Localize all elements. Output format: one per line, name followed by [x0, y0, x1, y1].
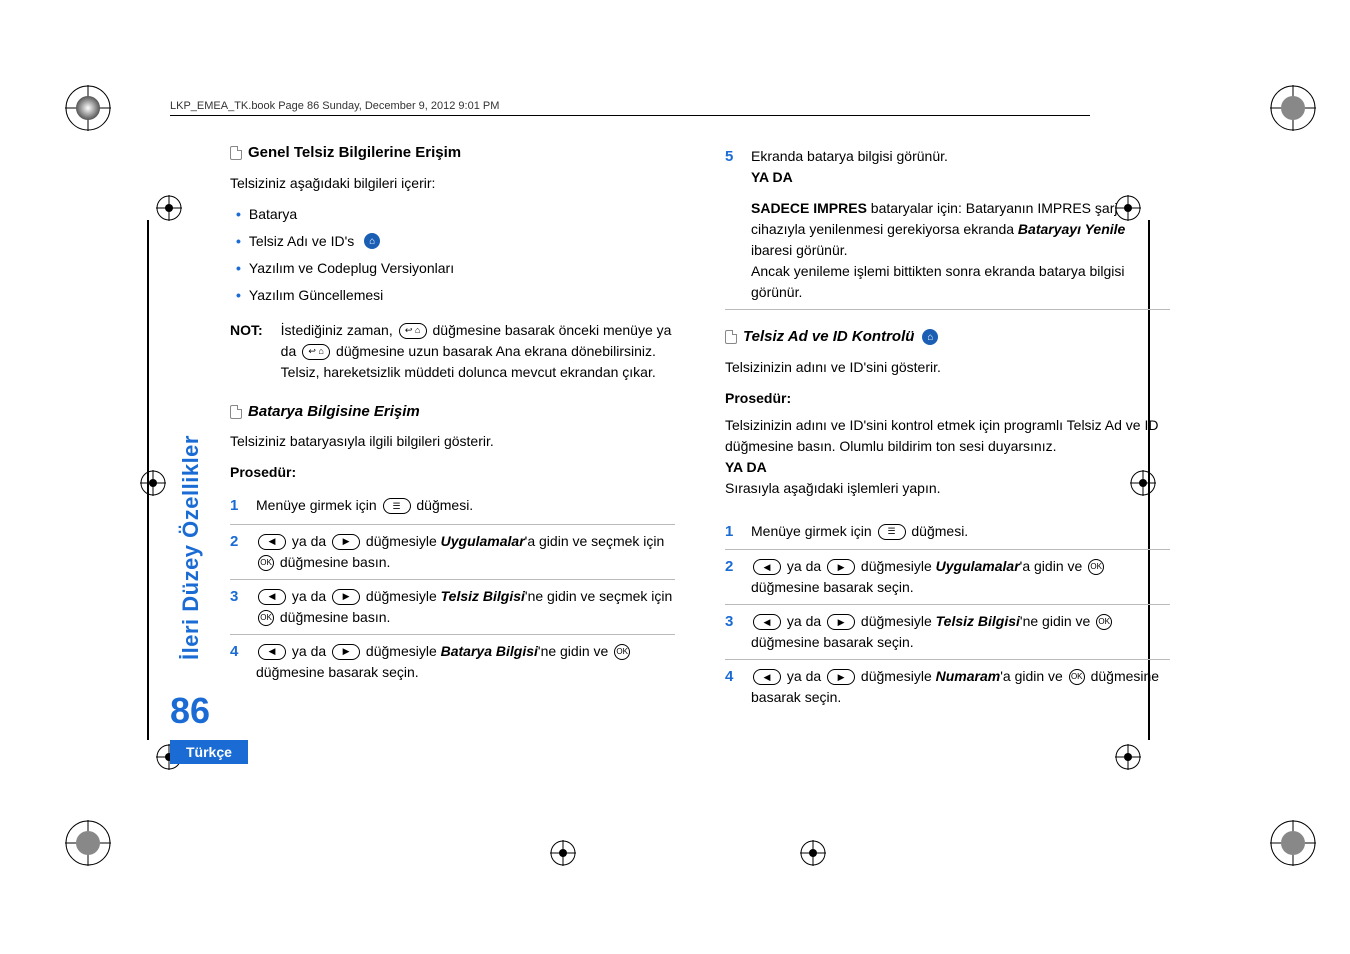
- right-column: 5 Ekranda batarya bilgisi görünür. YA DA…: [725, 142, 1170, 714]
- list-item: •Yazılım ve Codeplug Versiyonları: [230, 258, 675, 279]
- step-number: 2: [725, 556, 739, 579]
- note-label: NOT:: [230, 320, 263, 383]
- right-button-icon: ▶: [827, 614, 855, 630]
- bullet-icon: •: [236, 204, 241, 225]
- right-button-icon: ▶: [827, 559, 855, 575]
- list-item: •Batarya: [230, 204, 675, 225]
- step: 2 ◀ ya da ▶ düğmesiyle Uygulamalar'a gid…: [725, 550, 1170, 605]
- ok-button-icon: OK: [614, 644, 630, 660]
- ok-button-icon: OK: [258, 555, 274, 571]
- right-button-icon: ▶: [827, 669, 855, 685]
- step: 2 ◀ ya da ▶ düğmesiyle Uygulamalar'a gid…: [230, 525, 675, 580]
- step-number: 1: [725, 521, 739, 544]
- left-button-icon: ◀: [258, 589, 286, 605]
- sidebar-title: İleri Düzey Özellikler: [178, 435, 204, 660]
- heading-general-info: Genel Telsiz Bilgilerine Erişim: [230, 142, 675, 165]
- trim-bar: [147, 220, 149, 740]
- step-body: ◀ ya da ▶ düğmesiyle Telsiz Bilgisi'ne g…: [256, 586, 675, 628]
- corner-mark-tr: [1270, 85, 1316, 131]
- step: 1 Menüye girmek için ☰ düğmesi.: [725, 515, 1170, 551]
- procedure-steps-cont: 5 Ekranda batarya bilgisi görünür. YA DA…: [725, 140, 1170, 309]
- menu-button-icon: ☰: [383, 498, 411, 514]
- left-button-icon: ◀: [753, 559, 781, 575]
- step: 4 ◀ ya da ▶ düğmesiyle Batarya Bilgisi'n…: [230, 635, 675, 689]
- left-button-icon: ◀: [258, 534, 286, 550]
- procedure-steps: 1 Menüye girmek için ☰ düğmesi. 2 ◀ ya d…: [725, 515, 1170, 715]
- step-number: 3: [230, 586, 244, 609]
- corner-mark-bl: [65, 820, 111, 866]
- step-number: 3: [725, 611, 739, 634]
- step-body: ◀ ya da ▶ düğmesiyle Uygulamalar'a gidin…: [751, 556, 1170, 598]
- step-body: ◀ ya da ▶ düğmesiyle Uygulamalar'a gidin…: [256, 531, 675, 573]
- page-icon: [230, 405, 242, 419]
- bullet-list: •Batarya •Telsiz Adı ve ID's ⌂ •Yazılım …: [230, 204, 675, 306]
- left-button-icon: ◀: [258, 644, 286, 660]
- step: 3 ◀ ya da ▶ düğmesiyle Telsiz Bilgisi'ne…: [725, 605, 1170, 660]
- step: 1 Menüye girmek için ☰ düğmesi.: [230, 489, 675, 525]
- home-button-icon: ↩ ⌂: [399, 323, 427, 339]
- ok-button-icon: OK: [1069, 669, 1085, 685]
- right-button-icon: ▶: [332, 534, 360, 550]
- list-item: •Yazılım Güncellemesi: [230, 285, 675, 306]
- page-number: 86: [170, 690, 210, 732]
- ok-button-icon: OK: [258, 610, 274, 626]
- right-button-icon: ▶: [332, 589, 360, 605]
- note-body: İstediğiniz zaman, ↩ ⌂ düğmesine basarak…: [281, 320, 675, 383]
- intro-text: Telsizinizin adını ve ID'sini gösterir.: [725, 357, 1170, 378]
- step-number: 5: [725, 146, 739, 169]
- bullet-icon: •: [236, 231, 241, 252]
- procedure-steps: 1 Menüye girmek için ☰ düğmesi. 2 ◀ ya d…: [230, 489, 675, 689]
- sidebar: İleri Düzey Özellikler: [160, 400, 190, 680]
- step-body: Menüye girmek için ☰ düğmesi.: [256, 495, 675, 516]
- heading-battery-info: Batarya Bilgisine Erişim: [230, 401, 675, 424]
- page-icon: [725, 330, 737, 344]
- page-content: LKP_EMEA_TK.book Page 86 Sunday, Decembe…: [170, 100, 1170, 800]
- step-number: 4: [725, 666, 739, 689]
- heading-text: Telsiz Ad ve ID Kontrolü: [743, 326, 914, 349]
- reg-mark: [800, 840, 826, 866]
- step: 5 Ekranda batarya bilgisi görünür. YA DA…: [725, 140, 1170, 309]
- heading-radio-id: Telsiz Ad ve ID Kontrolü ⌂: [725, 326, 1170, 349]
- list-item: •Telsiz Adı ve ID's ⌂: [230, 231, 675, 252]
- note-block: NOT: İstediğiniz zaman, ↩ ⌂ düğmesine ba…: [230, 320, 675, 383]
- step-body: ◀ ya da ▶ düğmesiyle Batarya Bilgisi'ne …: [256, 641, 675, 683]
- heading-text: Genel Telsiz Bilgilerine Erişim: [248, 142, 461, 165]
- procedure-label: Prosedür:: [725, 388, 1170, 409]
- procedure-label: Prosedür:: [230, 462, 675, 483]
- left-button-icon: ◀: [753, 669, 781, 685]
- home-button-icon: ↩ ⌂: [302, 344, 330, 360]
- step-number: 4: [230, 641, 244, 664]
- or-label: YA DA: [751, 167, 1170, 188]
- radio-id-icon: ⌂: [922, 329, 938, 345]
- step-body: ◀ ya da ▶ düğmesiyle Telsiz Bilgisi'ne g…: [751, 611, 1170, 653]
- ok-button-icon: OK: [1096, 614, 1112, 630]
- ok-button-icon: OK: [1088, 559, 1104, 575]
- radio-id-icon: ⌂: [364, 233, 380, 249]
- menu-button-icon: ☰: [878, 524, 906, 540]
- reg-mark: [550, 840, 576, 866]
- left-button-icon: ◀: [753, 614, 781, 630]
- language-tab: Türkçe: [170, 740, 248, 764]
- or-label: YA DA: [725, 457, 1170, 478]
- page-icon: [230, 146, 242, 160]
- step-body: ◀ ya da ▶ düğmesiyle Numaram'a gidin ve …: [751, 666, 1170, 708]
- bullet-icon: •: [236, 258, 241, 279]
- right-button-icon: ▶: [332, 644, 360, 660]
- corner-mark-br: [1270, 820, 1316, 866]
- left-column: Genel Telsiz Bilgilerine Erişim Telsizin…: [230, 142, 675, 714]
- procedure-intro: Telsizinizin adını ve ID'sini kontrol et…: [725, 415, 1170, 499]
- intro-text: Telsiziniz bataryasıyla ilgili bilgileri…: [230, 431, 675, 452]
- intro-text: Telsiziniz aşağıdaki bilgileri içerir:: [230, 173, 675, 194]
- step: 3 ◀ ya da ▶ düğmesiyle Telsiz Bilgisi'ne…: [230, 580, 675, 635]
- step: 4 ◀ ya da ▶ düğmesiyle Numaram'a gidin v…: [725, 660, 1170, 714]
- impres-note: SADECE IMPRES bataryalar için: Bataryanı…: [751, 198, 1170, 261]
- step-number: 1: [230, 495, 244, 518]
- step-number: 2: [230, 531, 244, 554]
- heading-text: Batarya Bilgisine Erişim: [248, 401, 420, 424]
- page-header: LKP_EMEA_TK.book Page 86 Sunday, Decembe…: [170, 100, 1170, 112]
- bullet-icon: •: [236, 285, 241, 306]
- corner-mark-tl: [65, 85, 111, 131]
- step-body: Menüye girmek için ☰ düğmesi.: [751, 521, 1170, 542]
- step-body: Ekranda batarya bilgisi görünür. YA DA S…: [751, 146, 1170, 303]
